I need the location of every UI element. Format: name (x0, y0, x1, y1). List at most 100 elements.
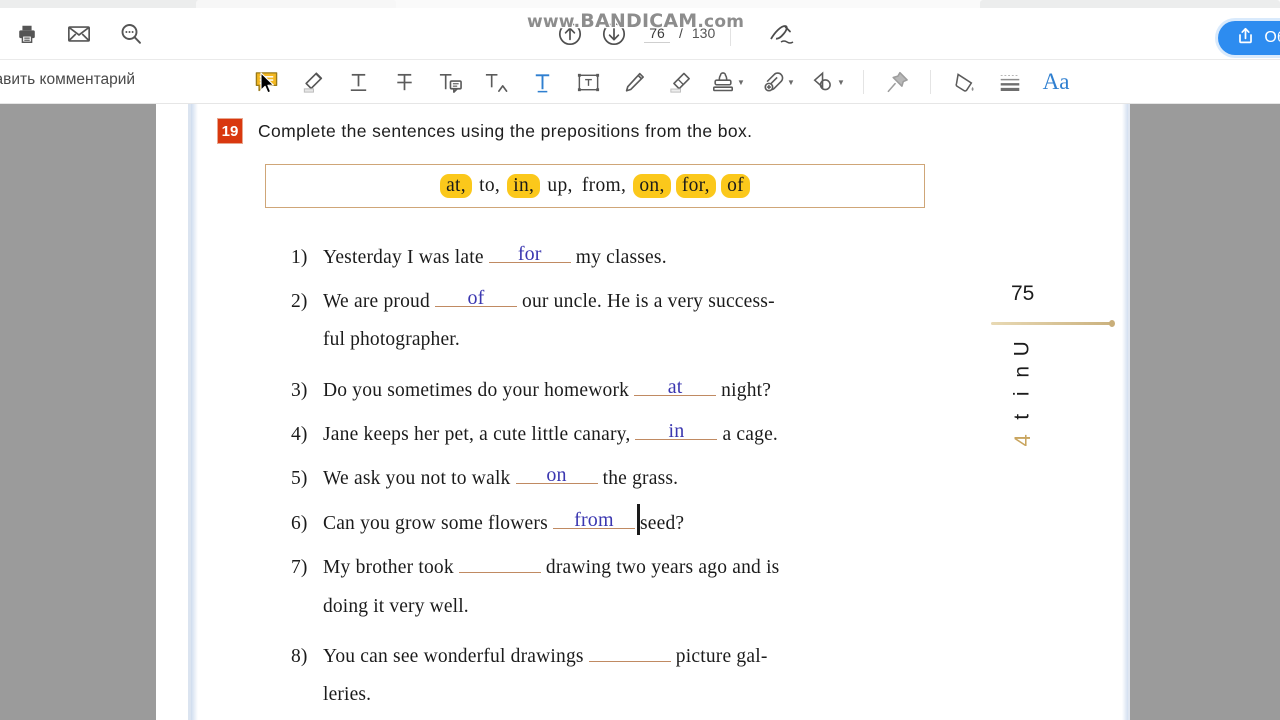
tool-divider-1 (863, 70, 864, 94)
sentence-text-after: drawing two years ago and is (545, 557, 780, 578)
share-upload-icon (1236, 26, 1255, 50)
sentence-continuation: ful photographer. (323, 329, 460, 350)
fill-color-icon[interactable] (941, 64, 987, 100)
page-left-gutter (156, 104, 188, 720)
sentence-text-before: My brother took (323, 557, 454, 578)
tab-chip-middle[interactable] (196, 0, 396, 8)
tab-chip-left[interactable] (0, 0, 200, 8)
sentence-index: 4) (291, 424, 308, 445)
answer-text: on (546, 464, 567, 486)
strikethrough-text-icon[interactable] (381, 64, 427, 100)
answer-blank-filled[interactable]: from (552, 504, 640, 535)
sentence-text-after: my classes. (575, 247, 667, 268)
answer-text: for (517, 243, 542, 265)
page-rule-divider (991, 320, 1115, 327)
preposition-word-box: at, to, in, up, from, on, for, of (265, 164, 925, 208)
sentence-row: 2) We are proud of our uncle. He is a ver… (291, 285, 775, 312)
window-tab-strip (0, 0, 1280, 8)
text-box-icon[interactable] (565, 64, 611, 100)
sentence-text-after: the grass. (602, 468, 679, 489)
sentence-index: 1) (291, 247, 308, 268)
watermark-prefix: www. (526, 11, 582, 33)
sentence-row: 7) My brother took drawing two years ago … (291, 551, 779, 578)
share-button[interactable]: Об (1218, 21, 1280, 55)
chevron-down-icon[interactable]: ▼ (737, 78, 745, 87)
sentence-index: 8) (291, 646, 308, 667)
sentence-row: 6) Can you grow some flowers from seed? (291, 504, 685, 535)
bandicam-watermark: www.BANDICAM.com (526, 9, 745, 33)
sentence-text-before: Do you sometimes do your homework (323, 380, 630, 401)
answer-text: of (467, 287, 485, 309)
stamp-icon[interactable]: ▼ (703, 64, 753, 100)
exercise-heading: 19 Complete the sentences using the prep… (217, 118, 752, 144)
underline-text-icon[interactable] (335, 64, 381, 100)
toolbar-left-icons (8, 16, 150, 52)
insert-text-icon[interactable] (473, 64, 519, 100)
text-comment-icon[interactable] (427, 64, 473, 100)
watermark-main: BANDICAM (579, 9, 698, 33)
pdf-viewer-area[interactable]: 19 Complete the sentences using the prep… (0, 104, 1280, 720)
sentence-row: 5) We ask you not to walk on the grass. (291, 462, 678, 489)
preposition-highlighted: at, (440, 174, 472, 198)
sentence-row: 3) Do you sometimes do your homework at n… (291, 374, 771, 401)
share-button-label: Об (1264, 29, 1280, 46)
pin-icon[interactable] (874, 64, 920, 100)
answer-blank-filled[interactable]: at (634, 374, 717, 397)
font-size-icon[interactable]: Aa (1033, 64, 1079, 100)
unit-label: U n i t 4 (1003, 336, 1043, 450)
sentence-text-after: a cage. (722, 424, 779, 445)
shapes-icon[interactable]: ▼ (803, 64, 853, 100)
main-toolbar: 76 / 130 Об www.BANDI (0, 8, 1280, 60)
preposition-plain: up, (547, 175, 573, 196)
page-content: 19 Complete the sentences using the prep… (191, 104, 1133, 720)
pencil-icon[interactable] (611, 64, 657, 100)
text-tool-icon[interactable] (519, 64, 565, 100)
search-comments-icon[interactable] (112, 16, 150, 52)
annotation-toolbar: бавить комментарий ▼ ▼ ▼ Aa (0, 60, 1280, 104)
preposition-highlighted: for, (675, 174, 716, 198)
answer-blank-empty[interactable] (588, 640, 671, 662)
eraser-icon[interactable] (657, 64, 703, 100)
sentence-text-after: our uncle. He is a very success- (522, 291, 775, 312)
pdf-page[interactable]: 19 Complete the sentences using the prep… (188, 104, 1130, 720)
sentence-text-before: We ask you not to walk (323, 468, 511, 489)
sentence-text-before: We are proud (323, 291, 430, 312)
answer-blank-filled[interactable]: in (635, 418, 718, 441)
text-caret (637, 504, 640, 535)
chevron-down-icon[interactable]: ▼ (837, 78, 845, 87)
mouse-cursor (260, 72, 276, 94)
tool-divider-2 (930, 70, 931, 94)
attachment-icon[interactable]: ▼ (753, 64, 803, 100)
chevron-down-icon[interactable]: ▼ (787, 78, 795, 87)
sentence-index: 5) (291, 468, 308, 489)
envelope-icon[interactable] (60, 16, 98, 52)
answer-blank-filled[interactable]: on (515, 462, 598, 486)
answer-blank-filled[interactable]: for (488, 241, 571, 265)
sentence-row: 4) Jane keeps her pet, a cute little cana… (291, 418, 778, 445)
sentence-index: 7) (291, 557, 308, 578)
tab-chip-right[interactable] (980, 0, 1280, 8)
sentence-text-before: Jane keeps her pet, a cute little canary… (323, 424, 631, 445)
page-number-label: 75 (1011, 282, 1035, 305)
sentence-index: 6) (291, 513, 308, 534)
preposition-highlighted: on, (633, 174, 671, 198)
exercise-instruction: Complete the sentences using the preposi… (258, 120, 753, 141)
sentence-index: 3) (291, 380, 308, 401)
annotation-tool-group: ▼ ▼ ▼ Aa (243, 64, 1079, 100)
unit-number: 4 (1010, 430, 1036, 447)
line-style-icon[interactable] (987, 64, 1033, 100)
sign-pen-icon[interactable] (762, 18, 800, 52)
watermark-suffix: .com (696, 11, 745, 33)
printer-icon[interactable] (8, 16, 46, 52)
sentence-text-before: You can see wonderful drawings (323, 646, 584, 667)
sentence-index: 2) (291, 291, 308, 312)
sentence-text-after: picture gal- (675, 646, 768, 667)
answer-blank-filled[interactable]: of (434, 285, 517, 309)
preposition-highlighted: in, (507, 174, 541, 198)
highlighter-icon[interactable] (289, 64, 335, 100)
answer-text: from (574, 509, 614, 531)
answer-blank-empty[interactable] (458, 551, 541, 573)
sentence-continuation: doing it very well. (323, 596, 469, 617)
sentence-text-after: seed? (639, 513, 685, 534)
preposition-highlighted: of (721, 174, 750, 198)
